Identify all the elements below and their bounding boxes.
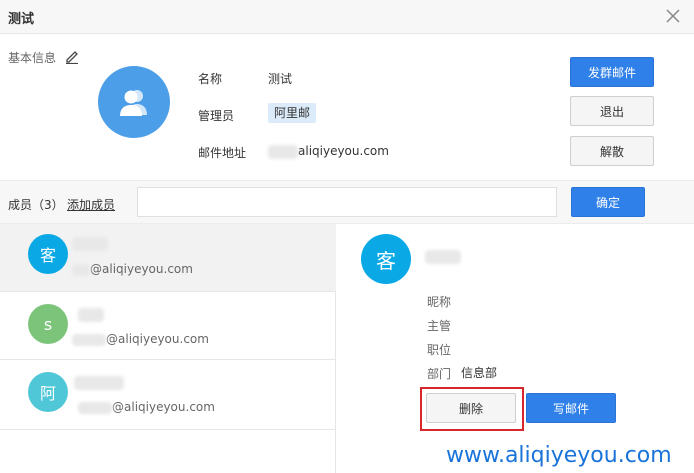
department-value: 信息部 <box>461 366 498 380</box>
close-icon[interactable] <box>662 5 684 27</box>
member-avatar: 阿 <box>28 372 68 412</box>
position-label: 职位 <box>427 343 452 357</box>
send-group-mail-button[interactable]: 发群邮件 <box>570 57 654 87</box>
member-row[interactable]: s @aliqiyeyou.com <box>0 292 336 360</box>
email-domain: aliqiyeyou.com <box>298 144 389 158</box>
blurred-text <box>268 144 298 159</box>
member-avatar: s <box>28 304 68 344</box>
member-bar: 成员（3） 添加成员 确定 <box>0 180 694 224</box>
member-email-domain: @aliqiyeyou.com <box>112 400 215 414</box>
supervisor-label: 主管 <box>427 319 452 333</box>
add-member-link[interactable]: 添加成员 <box>67 196 115 213</box>
blurred-name <box>72 237 108 251</box>
detail-avatar: 客 <box>361 234 411 284</box>
member-email-domain: @aliqiyeyou.com <box>106 332 209 346</box>
group-avatar <box>98 66 170 138</box>
admin-tag: 阿里邮 <box>268 103 317 123</box>
email-value: aliqiyeyou.com <box>268 144 389 159</box>
dialog-title: 测试 <box>8 12 35 27</box>
name-value: 测试 <box>268 72 293 86</box>
blurred-text <box>72 333 106 346</box>
department-label: 部门 <box>427 367 452 381</box>
member-row[interactable]: 客 @aliqiyeyou.com <box>0 224 336 292</box>
member-count-label: 成员（3） <box>8 198 64 212</box>
member-email-domain: @aliqiyeyou.com <box>90 262 193 276</box>
add-member-input[interactable] <box>137 187 557 217</box>
admin-label: 管理员 <box>198 109 235 123</box>
basic-info-section: 基本信息 名称 测试 管理员 阿里邮 邮件地址 aliqiyeyou.com 发… <box>0 35 694 180</box>
edit-pencil-icon[interactable] <box>64 48 80 64</box>
member-row[interactable]: 阿 @aliqiyeyou.com <box>0 360 336 430</box>
watermark: www.aliqiyeyou.com <box>446 443 672 468</box>
blurred-name <box>425 250 461 264</box>
dialog-titlebar: 测试 <box>0 0 694 34</box>
blurred-name <box>74 376 124 390</box>
name-label: 名称 <box>198 72 223 86</box>
member-detail-panel: 客 昵称 主管 职位 部门 信息部 删除 写邮件 <box>337 224 694 473</box>
member-list: 客 @aliqiyeyou.com s @aliqiyeyou.com 阿 @a… <box>0 224 336 473</box>
member-email: @aliqiyeyou.com <box>72 332 209 346</box>
quit-button[interactable]: 退出 <box>570 96 654 126</box>
nickname-label: 昵称 <box>427 295 452 309</box>
basic-info-label: 基本信息 <box>8 51 57 65</box>
write-mail-button[interactable]: 写邮件 <box>526 393 616 423</box>
blurred-text <box>72 263 90 276</box>
blurred-name <box>78 308 104 322</box>
group-users-icon <box>120 90 147 116</box>
member-email: @aliqiyeyou.com <box>72 262 193 276</box>
member-avatar: 客 <box>28 234 68 274</box>
highlight-annotation-box <box>420 387 524 431</box>
confirm-button[interactable]: 确定 <box>571 187 645 217</box>
member-email: @aliqiyeyou.com <box>78 400 215 414</box>
email-label: 邮件地址 <box>198 146 247 160</box>
blurred-text <box>78 401 112 414</box>
dissolve-button[interactable]: 解散 <box>570 136 654 166</box>
